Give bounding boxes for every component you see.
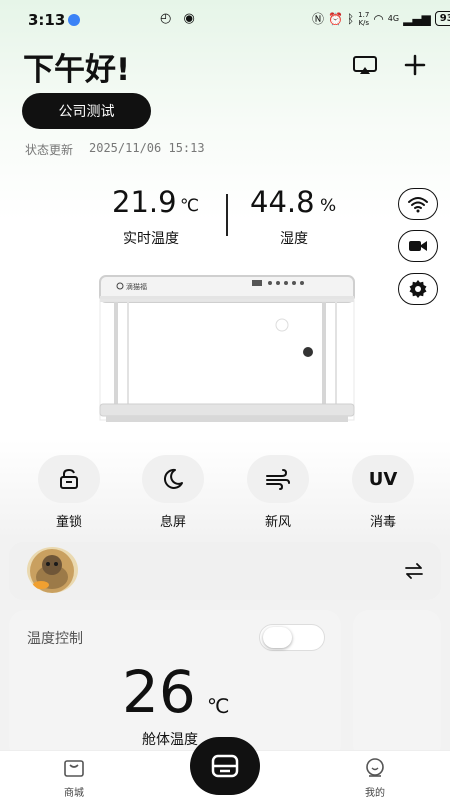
svg-text:滴猫福: 滴猫福: [126, 282, 147, 291]
signal-bars-icon: ▂▄▆: [403, 11, 431, 26]
feature-label: 消毒: [369, 515, 396, 530]
battery-indicator: 93: [434, 11, 450, 26]
wifi-icon: [408, 197, 428, 213]
nav-label: 我的: [365, 788, 385, 799]
switch-icon[interactable]: [404, 563, 424, 579]
humidity-unit: %: [320, 196, 337, 216]
feature-label: 息屏: [159, 515, 186, 530]
lock-icon: [60, 468, 78, 489]
profile-icon: [366, 758, 384, 777]
nav-profile[interactable]: 我的: [350, 758, 400, 799]
status-time: 3:13: [28, 11, 66, 29]
temperature-label: 实时温度: [123, 231, 179, 247]
notification-icons: ◴ ◉: [160, 11, 199, 26]
nfc-icon: Ⓝ: [312, 12, 325, 26]
toggle-knob[interactable]: [263, 627, 292, 648]
device-icon: [211, 754, 239, 778]
feature-disinfect[interactable]: UV 消毒: [351, 455, 415, 530]
child-lock-button[interactable]: [38, 455, 100, 503]
cell-signal: 4G: [387, 14, 400, 23]
wifi-status-icon: ◠: [373, 11, 384, 26]
uv-icon: UV: [368, 468, 398, 490]
setpoint-label: 舱体温度: [142, 732, 198, 748]
status-right-icons: Ⓝ ⏰ ᛒ 1.7K/s ◠ 4G ▂▄▆ 93 ϟ: [312, 10, 450, 27]
status-bar: 3:13 ◴ ◉ Ⓝ ⏰ ᛒ 1.7K/s ◠ 4G ▂▄▆ 93 ϟ: [0, 0, 450, 40]
screen-off-button[interactable]: [142, 455, 204, 503]
humidity-label: 湿度: [280, 231, 308, 247]
wind-icon: [266, 469, 290, 490]
nav-label: 商城: [64, 788, 84, 799]
feature-fresh-air[interactable]: 新风: [246, 455, 310, 530]
status-update-label: 状态更新: [25, 143, 74, 157]
nav-shop[interactable]: 商城: [49, 758, 99, 799]
alarm-icon: ⏰: [328, 11, 343, 26]
messenger-notification-icon: [68, 14, 80, 26]
cast-icon[interactable]: [352, 55, 378, 75]
wifi-button[interactable]: [398, 188, 438, 220]
moon-icon: [163, 468, 183, 489]
camera-icon: [409, 241, 427, 251]
greeting-title: 下午好!: [23, 52, 131, 88]
readings-divider: [226, 194, 228, 236]
cabinet-illustration: 滴猫福: [99, 275, 355, 422]
secondary-control-card[interactable]: [353, 610, 441, 760]
net-speed: 1.7 K/s: [358, 10, 370, 27]
nav-device-button[interactable]: [190, 737, 260, 795]
add-icon[interactable]: [402, 52, 428, 78]
humidity-value: 44.8: [250, 185, 315, 219]
bluetooth-icon: ᛒ: [346, 11, 355, 26]
settings-button[interactable]: [398, 273, 438, 305]
status-update-time: 2025/11/06 15:13: [89, 141, 205, 155]
pet-avatar[interactable]: [27, 547, 78, 593]
device-selector-button[interactable]: 公司测试: [22, 93, 151, 129]
feature-screen-off[interactable]: 息屏: [141, 455, 205, 530]
setpoint-unit: ℃: [207, 694, 230, 718]
gear-icon: [409, 280, 427, 298]
temperature-value: 21.9: [112, 185, 177, 219]
feature-label: 新风: [264, 515, 291, 530]
shop-icon: [64, 760, 84, 777]
setpoint-value: 26: [122, 658, 196, 726]
fresh-air-button[interactable]: [247, 455, 309, 503]
disinfect-button[interactable]: UV: [352, 455, 414, 503]
temperature-unit: ℃: [180, 196, 200, 216]
feature-child-lock[interactable]: 童锁: [37, 455, 101, 530]
temperature-control-title: 温度控制: [27, 631, 83, 647]
camera-button[interactable]: [398, 230, 438, 262]
feature-label: 童锁: [55, 515, 82, 530]
